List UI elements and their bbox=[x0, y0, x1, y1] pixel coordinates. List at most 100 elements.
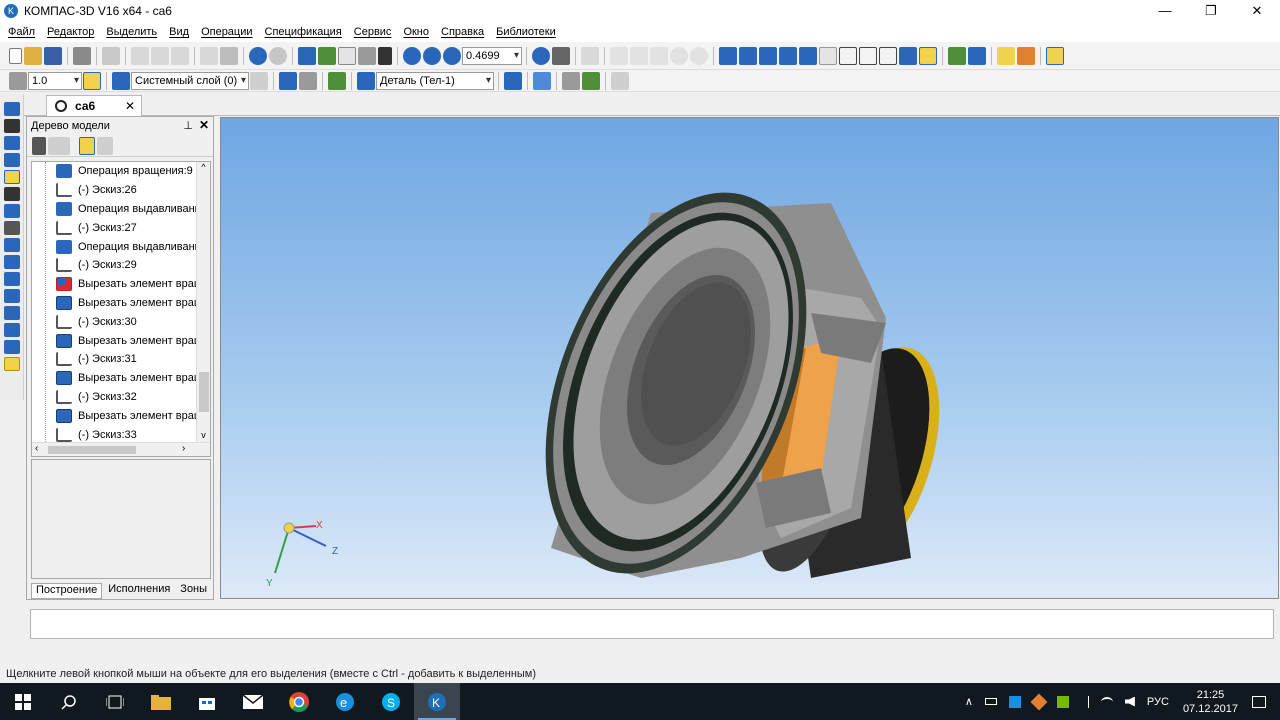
model-viewport[interactable]: X Z Y bbox=[220, 117, 1279, 599]
tree-structure-icon[interactable] bbox=[32, 136, 46, 155]
tree-item[interactable]: (-) Эскиз:32 bbox=[32, 388, 210, 407]
mirror-icon[interactable] bbox=[3, 306, 20, 320]
tray-chevron-icon[interactable]: ∧ bbox=[965, 695, 973, 708]
wifi-icon[interactable] bbox=[1100, 696, 1113, 707]
part-combo[interactable]: Деталь (Тел-1) bbox=[376, 71, 494, 90]
menu-window[interactable]: Окно bbox=[397, 26, 435, 38]
panel-close-icon[interactable]: ✕ bbox=[199, 118, 209, 132]
zoom-combo[interactable]: 0.4699 bbox=[462, 46, 522, 65]
specification-icon[interactable] bbox=[3, 221, 20, 235]
tree-item[interactable]: (-) Эскиз:30 bbox=[32, 312, 210, 331]
layer-list-icon[interactable] bbox=[250, 71, 268, 90]
library-manager-icon[interactable] bbox=[1046, 46, 1064, 65]
tree-item[interactable]: (-) Эскиз:29 bbox=[32, 256, 210, 275]
text-style-icon[interactable] bbox=[611, 71, 629, 90]
document-tab[interactable]: са6 ✕ bbox=[46, 95, 142, 116]
tree-horizontal-scrollbar[interactable]: ‹ › bbox=[32, 442, 210, 456]
yellow-cube-icon[interactable] bbox=[3, 357, 20, 371]
menu-editor[interactable]: Редактор bbox=[41, 26, 100, 38]
tree-item[interactable]: Операция вращения:9 bbox=[32, 162, 210, 181]
snap-icon[interactable] bbox=[83, 71, 101, 90]
view-right-icon[interactable] bbox=[779, 46, 797, 65]
redo-icon[interactable] bbox=[269, 46, 287, 65]
tree-item[interactable]: (-) Эскиз:26 bbox=[32, 181, 210, 200]
tree-sort-icon[interactable] bbox=[79, 136, 95, 155]
menu-libraries[interactable]: Библиотеки bbox=[490, 26, 562, 38]
tree-item[interactable]: Операция выдавливания bbox=[32, 200, 210, 219]
language-indicator[interactable]: РУС bbox=[1147, 696, 1169, 708]
tree-view-mode-icon[interactable] bbox=[48, 136, 70, 155]
auxiliary-geometry-icon[interactable] bbox=[3, 170, 20, 184]
manager-icon[interactable] bbox=[298, 46, 316, 65]
welding-icon[interactable] bbox=[3, 323, 20, 337]
properties-icon[interactable] bbox=[220, 46, 238, 65]
task-view-icon[interactable] bbox=[92, 683, 138, 720]
zoom-dynamic-icon[interactable] bbox=[423, 46, 441, 65]
halftone-edges-icon[interactable] bbox=[919, 46, 937, 65]
measure-icon[interactable] bbox=[358, 46, 376, 65]
tree-item[interactable]: Вырезать элемент вращения bbox=[32, 369, 210, 388]
battery-icon[interactable] bbox=[984, 698, 997, 705]
save-icon[interactable] bbox=[44, 46, 62, 65]
command-input[interactable] bbox=[30, 609, 1274, 639]
view-left-icon[interactable] bbox=[759, 46, 777, 65]
network-app-icon[interactable] bbox=[1008, 695, 1021, 708]
local-cs-icon[interactable] bbox=[279, 71, 297, 90]
mail-icon[interactable] bbox=[230, 683, 276, 720]
layer-combo[interactable]: Системный слой (0) bbox=[131, 71, 249, 90]
bluetooth-icon[interactable] bbox=[1081, 695, 1089, 708]
restore-button[interactable]: ❐ bbox=[1188, 0, 1234, 22]
edit-part-icon[interactable] bbox=[3, 102, 20, 116]
sketch-plane-icon[interactable] bbox=[299, 71, 317, 90]
tree-item[interactable]: Вырезать элемент вращения bbox=[32, 331, 210, 350]
filter-icon-left[interactable] bbox=[3, 204, 20, 218]
tree-hscroll-thumb[interactable] bbox=[48, 446, 136, 454]
sheet-metal-icon[interactable] bbox=[3, 272, 20, 286]
tree-item[interactable]: (-) Эскиз:27 bbox=[32, 218, 210, 237]
tree-item[interactable]: Вырезать элемент вращения bbox=[32, 406, 210, 425]
undo-icon[interactable] bbox=[249, 46, 267, 65]
tab-construction[interactable]: Построение bbox=[31, 583, 103, 599]
tree-item[interactable]: Вырезать элемент вращения bbox=[32, 275, 210, 294]
tree-filter-icon[interactable] bbox=[97, 136, 113, 155]
display-settings-icon[interactable] bbox=[1017, 46, 1035, 65]
document-tab-close-icon[interactable]: ✕ bbox=[125, 99, 135, 113]
paste-icon[interactable] bbox=[171, 46, 189, 65]
reports-icon[interactable] bbox=[3, 238, 20, 252]
format-painter-icon[interactable] bbox=[200, 46, 218, 65]
file-explorer-icon[interactable] bbox=[138, 683, 184, 720]
menu-file[interactable]: Файл bbox=[2, 26, 41, 38]
view-bottom-icon[interactable] bbox=[819, 46, 837, 65]
pipes-icon[interactable] bbox=[3, 340, 20, 354]
zoom-scale-icon[interactable] bbox=[443, 46, 461, 65]
menu-operations[interactable]: Операции bbox=[195, 26, 258, 38]
close-button[interactable]: ✕ bbox=[1234, 0, 1280, 22]
search-icon[interactable] bbox=[46, 683, 92, 720]
scroll-left-icon[interactable]: ‹ bbox=[35, 443, 38, 454]
step-combo[interactable]: 1.0 bbox=[28, 71, 82, 90]
menu-service[interactable]: Сервис bbox=[348, 26, 398, 38]
spatial-curves-icon[interactable] bbox=[3, 119, 20, 133]
tree-item[interactable]: Вырезать элемент вращения bbox=[32, 294, 210, 313]
menu-help[interactable]: Справка bbox=[435, 26, 490, 38]
zoom-window-icon[interactable] bbox=[403, 46, 421, 65]
rotate-icon[interactable] bbox=[532, 46, 550, 65]
lines-icon[interactable] bbox=[3, 289, 20, 303]
tree-item[interactable]: Операция выдавливания bbox=[32, 237, 210, 256]
orientation-icon[interactable] bbox=[552, 46, 570, 65]
arrays-icon[interactable] bbox=[3, 153, 20, 167]
scroll-up-icon[interactable]: ^ bbox=[197, 162, 210, 172]
fx-icon[interactable] bbox=[338, 46, 356, 65]
clock[interactable]: 21:25 07.12.2017 bbox=[1183, 688, 1238, 716]
halftone-icon[interactable] bbox=[899, 46, 917, 65]
view-back-icon[interactable] bbox=[739, 46, 757, 65]
wireframe-icon[interactable] bbox=[839, 46, 857, 65]
print-icon[interactable] bbox=[73, 46, 91, 65]
select-filter-icon[interactable] bbox=[968, 46, 986, 65]
pin-icon[interactable]: ⊥ bbox=[183, 119, 193, 132]
nvidia-icon[interactable] bbox=[1056, 695, 1069, 708]
filter-icon[interactable] bbox=[948, 46, 966, 65]
surfaces-icon[interactable] bbox=[3, 136, 20, 150]
preview-icon[interactable] bbox=[102, 46, 120, 65]
notifications-icon[interactable] bbox=[1252, 695, 1266, 708]
